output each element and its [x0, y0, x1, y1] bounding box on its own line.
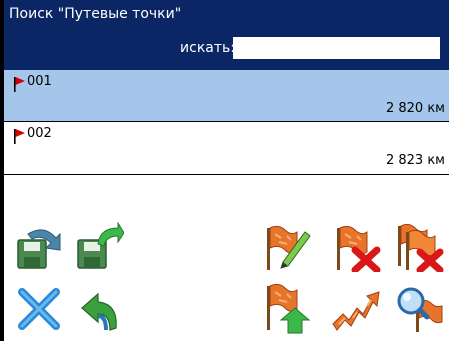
save-button[interactable] — [14, 222, 64, 272]
back-button[interactable] — [76, 284, 126, 334]
flag-magnifier-icon — [397, 287, 443, 332]
waypoint-name: 002 — [27, 126, 52, 141]
edit-waypoint-button[interactable] — [261, 222, 311, 272]
waypoint-name: 001 — [27, 74, 52, 89]
export-waypoint-button[interactable] — [261, 283, 311, 334]
save-green-arrow-icon — [77, 221, 125, 269]
list-item[interactable]: 001 2 820 км — [4, 70, 449, 121]
search-bar: искать: — [4, 28, 449, 70]
search-input[interactable] — [233, 37, 440, 59]
window-title: Поиск "Путевые точки" — [4, 0, 449, 28]
save-as-button[interactable] — [74, 221, 125, 272]
search-label: искать: — [180, 40, 235, 56]
flag-pencil-icon — [267, 225, 311, 270]
find-waypoint-button[interactable] — [394, 284, 444, 334]
route-zigzag-icon — [332, 291, 380, 331]
route-button[interactable] — [331, 284, 381, 334]
red-flag-icon — [14, 129, 25, 144]
close-x-icon — [18, 288, 60, 330]
delete-all-waypoints-button[interactable] — [394, 222, 444, 274]
close-button[interactable] — [14, 284, 64, 334]
waypoint-distance: 2 820 км — [385, 101, 445, 116]
save-arrow-icon — [17, 229, 61, 269]
flags-delete-icon — [398, 223, 444, 274]
flag-up-arrow-icon — [267, 283, 311, 334]
red-flag-icon — [14, 77, 25, 92]
screen: Поиск "Путевые точки" искать: 001 2 820 … — [4, 0, 449, 341]
undo-arrow-icon — [81, 292, 117, 331]
waypoint-distance: 2 823 км — [385, 153, 445, 168]
row-divider — [4, 174, 449, 175]
delete-waypoint-button[interactable] — [331, 222, 381, 274]
list-item[interactable]: 002 2 823 км — [4, 122, 449, 173]
waypoint-list: 001 2 820 км 002 2 823 км — [4, 70, 449, 210]
flag-delete-icon — [337, 225, 381, 274]
